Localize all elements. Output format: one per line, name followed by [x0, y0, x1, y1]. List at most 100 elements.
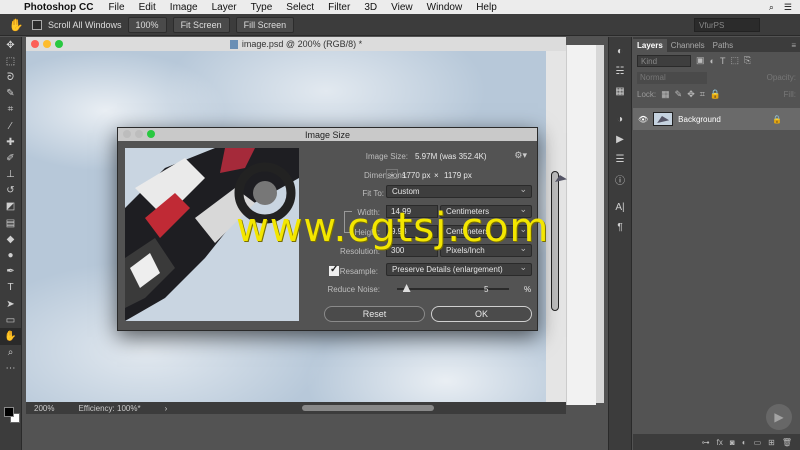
dodge-tool-icon[interactable]: ●: [0, 247, 21, 263]
pixel-filter-icon[interactable]: ▣: [696, 55, 705, 66]
history-panel-icon[interactable]: ◐: [609, 41, 631, 61]
type-filter-icon[interactable]: T: [720, 56, 726, 66]
opacity-label[interactable]: Opacity:: [767, 73, 796, 82]
minimize-window-button[interactable]: [43, 40, 51, 48]
menu-view[interactable]: View: [384, 2, 420, 13]
more-tools-icon[interactable]: ⋯: [0, 361, 21, 377]
menu-window[interactable]: Window: [420, 2, 470, 13]
list-icon[interactable]: ☰: [784, 2, 792, 13]
menu-file[interactable]: File: [101, 2, 131, 13]
add-mask-icon[interactable]: ◙: [730, 438, 735, 447]
type-tool-icon[interactable]: T: [0, 280, 21, 296]
smart-object-filter-icon[interactable]: ⎘: [744, 55, 751, 66]
foreground-color-swatch[interactable]: [4, 407, 14, 417]
document-title-bar[interactable]: image.psd @ 200% (RGB/8) *: [26, 37, 566, 51]
link-layers-icon[interactable]: ⊶: [702, 438, 710, 447]
shape-filter-icon[interactable]: ⬚: [730, 55, 739, 66]
path-select-tool-icon[interactable]: ➤: [0, 296, 21, 312]
stamp-tool-icon[interactable]: ⊥: [0, 167, 21, 183]
layer-name[interactable]: Background: [678, 115, 721, 124]
blur-tool-icon[interactable]: ◆: [0, 231, 21, 247]
fx-icon[interactable]: fx: [717, 438, 723, 447]
zoom-level[interactable]: 200%: [34, 404, 54, 413]
workspace-field[interactable]: VfurPS: [694, 17, 760, 32]
gradient-tool-icon[interactable]: ▤: [0, 215, 21, 231]
zoom-tool-icon[interactable]: ⌕: [0, 345, 21, 361]
menu-edit[interactable]: Edit: [132, 2, 163, 13]
lock-position-icon[interactable]: ✥: [687, 89, 695, 100]
eraser-tool-icon[interactable]: ◩: [0, 199, 21, 215]
fit-screen-button[interactable]: Fit Screen: [172, 16, 230, 33]
history-brush-tool-icon[interactable]: ↺: [0, 183, 21, 199]
crop-tool-icon[interactable]: ⌗: [0, 102, 21, 118]
marquee-tool-icon[interactable]: ⬚: [0, 53, 21, 69]
adjustments-panel-icon[interactable]: ☰: [609, 149, 631, 169]
menu-select[interactable]: Select: [279, 2, 321, 13]
horizontal-scroll-thumb[interactable]: [302, 405, 434, 411]
ok-button[interactable]: OK: [431, 306, 532, 322]
swatches-panel-icon[interactable]: ▦: [609, 81, 631, 101]
tab-channels[interactable]: Channels: [667, 39, 709, 52]
actions-panel-icon[interactable]: ▶: [609, 129, 631, 149]
properties-panel-icon[interactable]: ☵: [609, 61, 631, 81]
status-menu-arrow-icon[interactable]: ›: [165, 404, 168, 413]
dialog-zoom-button[interactable]: [147, 130, 155, 138]
hand-tool-icon[interactable]: ✋: [6, 18, 26, 32]
reduce-noise-value[interactable]: 5: [484, 285, 488, 294]
reduce-noise-slider[interactable]: [397, 284, 509, 292]
color-panel-icon[interactable]: ◑: [609, 109, 631, 129]
healing-tool-icon[interactable]: ✚: [0, 134, 21, 150]
info-panel-icon[interactable]: ⓘ: [609, 169, 631, 189]
dimensions-unit-dropdown[interactable]: ⌄: [386, 169, 398, 179]
eye-icon[interactable]: 👁: [638, 115, 648, 124]
adjustment-filter-icon[interactable]: ◐: [710, 56, 715, 66]
fit-to-dropdown[interactable]: Custom: [386, 184, 532, 198]
zoom-window-button[interactable]: [55, 40, 63, 48]
color-swatches[interactable]: [4, 407, 22, 427]
menu-image[interactable]: Image: [163, 2, 205, 13]
lock-artboard-icon[interactable]: ⌗: [700, 89, 705, 100]
close-window-button[interactable]: [31, 40, 39, 48]
pen-tool-icon[interactable]: ✒: [0, 264, 21, 280]
menu-help[interactable]: Help: [469, 2, 504, 13]
lasso-tool-icon[interactable]: ᘐ: [0, 69, 21, 85]
zoom-100-button[interactable]: 100%: [127, 16, 167, 33]
reduce-noise-slider-knob[interactable]: [402, 284, 411, 292]
kind-filter-dropdown[interactable]: Kind: [637, 54, 691, 67]
fill-label[interactable]: Fill:: [784, 90, 796, 99]
menu-layer[interactable]: Layer: [205, 2, 244, 13]
resample-dropdown[interactable]: Preserve Details (enlargement): [386, 262, 532, 276]
dialog-close-button[interactable]: [123, 130, 131, 138]
shape-tool-icon[interactable]: ▭: [0, 312, 21, 328]
tab-layers[interactable]: Layers: [633, 39, 667, 52]
menu-filter[interactable]: Filter: [321, 2, 357, 13]
scroll-all-checkbox[interactable]: [32, 19, 42, 30]
new-group-icon[interactable]: ▭: [754, 438, 762, 447]
character-panel-icon[interactable]: A|: [609, 197, 631, 217]
lock-transparent-icon[interactable]: ▦: [661, 89, 670, 100]
menu-type[interactable]: Type: [244, 2, 280, 13]
new-layer-icon[interactable]: ⊞: [768, 438, 775, 447]
dialog-title-bar[interactable]: Image Size: [118, 128, 537, 141]
panel-menu-icon[interactable]: ≡: [787, 39, 800, 52]
quick-select-tool-icon[interactable]: ✎: [0, 86, 21, 102]
vertical-scroll-thumb[interactable]: [551, 171, 559, 311]
move-tool-icon[interactable]: ✥: [0, 37, 21, 53]
blend-mode-dropdown[interactable]: Normal: [637, 71, 707, 84]
paragraph-panel-icon[interactable]: ¶: [609, 217, 631, 237]
search-icon[interactable]: ⌕: [769, 2, 774, 13]
fill-screen-button[interactable]: Fill Screen: [235, 16, 295, 33]
new-adjustment-layer-icon[interactable]: ◐: [742, 438, 747, 447]
lock-all-icon[interactable]: 🔒: [710, 89, 721, 100]
gear-icon[interactable]: ⚙▾: [514, 150, 527, 161]
eyedropper-tool-icon[interactable]: ⁄: [0, 118, 21, 134]
menu-app-name[interactable]: Photoshop CC: [22, 2, 101, 13]
reset-button[interactable]: Reset: [324, 306, 425, 322]
layer-row[interactable]: 👁 Background 🔒: [633, 108, 800, 130]
lock-paint-icon[interactable]: ✎: [675, 89, 683, 100]
brush-tool-icon[interactable]: ✐: [0, 150, 21, 166]
trash-icon[interactable]: 🗑: [782, 438, 792, 447]
menu-3d[interactable]: 3D: [357, 2, 384, 13]
tab-paths[interactable]: Paths: [709, 39, 737, 52]
hand-tool-icon[interactable]: ✋: [0, 328, 21, 345]
